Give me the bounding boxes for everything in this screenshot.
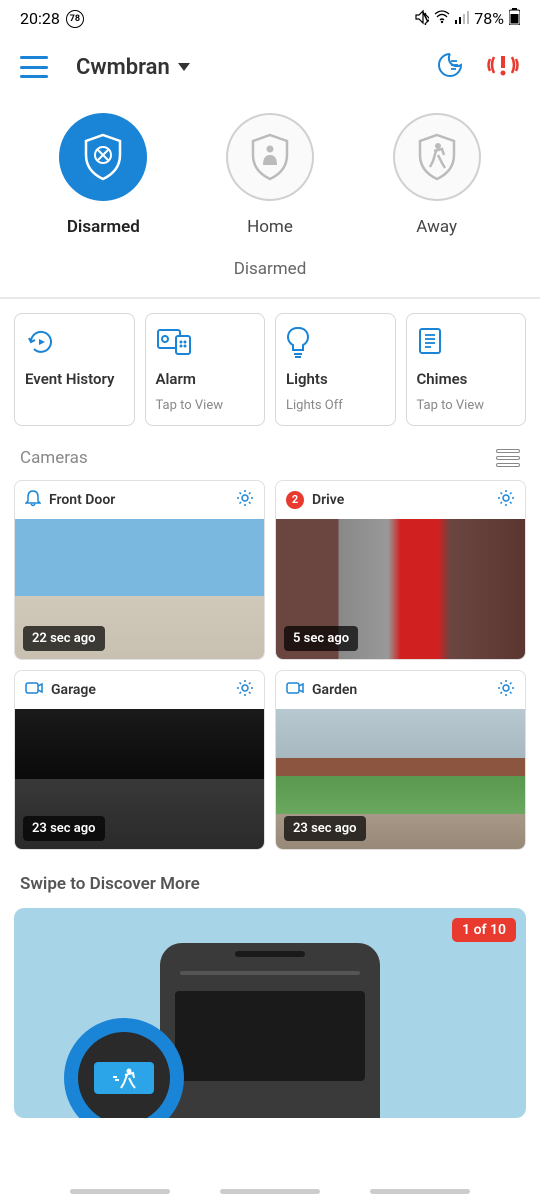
camera-preview[interactable]: 5 sec ago — [276, 519, 525, 659]
app-header: Cwmbran — [0, 37, 540, 93]
chimes-icon — [417, 326, 516, 362]
camera-timestamp: 23 sec ago — [23, 816, 105, 841]
gear-icon[interactable] — [236, 679, 254, 701]
mode-home[interactable]: Home — [226, 113, 314, 237]
tile-alarm[interactable]: Alarm Tap to View — [145, 313, 266, 426]
camera-icon — [286, 680, 304, 699]
mode-label: Disarmed — [67, 217, 140, 237]
discover-title: Swipe to Discover More — [0, 850, 540, 908]
gear-icon[interactable] — [236, 489, 254, 511]
battery-text: 78% — [474, 9, 504, 28]
camera-timestamp: 23 sec ago — [284, 816, 366, 841]
tile-title: Event History — [25, 370, 124, 390]
camera-timestamp: 22 sec ago — [23, 626, 105, 651]
history-icon — [25, 326, 124, 362]
night-mode-button[interactable] — [436, 51, 464, 83]
gear-icon[interactable] — [497, 489, 515, 511]
nav-indicator — [0, 1189, 540, 1194]
alert-badge: 2 — [286, 491, 304, 509]
card-counter: 1 of 10 — [452, 918, 516, 942]
camera-front-door[interactable]: Front Door 22 sec ago — [14, 480, 265, 660]
discover-card[interactable]: 1 of 10 — [14, 908, 526, 1118]
mode-disarmed[interactable]: Disarmed — [59, 113, 147, 237]
list-view-button[interactable] — [496, 449, 520, 467]
status-bar: 20:28 78 78% — [0, 0, 540, 37]
phone-illustration — [160, 943, 380, 1118]
tile-lights[interactable]: Lights Lights Off — [275, 313, 396, 426]
tile-chimes[interactable]: Chimes Tap to View — [406, 313, 527, 426]
lightbulb-icon — [286, 326, 385, 362]
quick-tiles: Event History Alarm Tap to View Lights L… — [0, 299, 540, 440]
camera-grid: Front Door 22 sec ago 2 Drive 5 sec ago … — [0, 480, 540, 850]
status-time: 20:28 — [20, 9, 60, 28]
camera-name: Garden — [312, 682, 489, 698]
camera-name: Front Door — [49, 492, 228, 508]
mode-label: Away — [416, 217, 457, 237]
camera-drive[interactable]: 2 Drive 5 sec ago — [275, 480, 526, 660]
camera-preview[interactable]: 22 sec ago — [15, 519, 264, 659]
mode-label: Home — [247, 217, 293, 237]
chevron-down-icon[interactable] — [178, 63, 190, 71]
tile-subtitle: Tap to View — [417, 398, 516, 413]
tile-event-history[interactable]: Event History — [14, 313, 135, 426]
cameras-section-header: Cameras — [0, 440, 540, 480]
alarm-icon — [156, 326, 255, 362]
gear-icon[interactable] — [497, 679, 515, 701]
camera-icon — [25, 680, 43, 699]
section-title: Cameras — [20, 448, 88, 468]
tile-title: Chimes — [417, 370, 516, 390]
battery-icon — [509, 8, 520, 29]
mode-away[interactable]: Away — [393, 113, 481, 237]
tile-title: Lights — [286, 370, 385, 390]
tile-title: Alarm — [156, 370, 255, 390]
menu-button[interactable] — [20, 56, 48, 78]
camera-preview[interactable]: 23 sec ago — [276, 709, 525, 849]
camera-preview[interactable]: 23 sec ago — [15, 709, 264, 849]
tile-subtitle: Lights Off — [286, 398, 385, 413]
camera-garage[interactable]: Garage 23 sec ago — [14, 670, 265, 850]
bell-icon — [25, 489, 41, 511]
wifi-icon — [434, 9, 450, 28]
mode-selector: Disarmed Home Away — [0, 93, 540, 247]
camera-timestamp: 5 sec ago — [284, 626, 358, 651]
camera-name: Drive — [312, 492, 489, 508]
camera-garden[interactable]: Garden 23 sec ago — [275, 670, 526, 850]
mute-icon — [413, 9, 429, 29]
notification-count-badge: 78 — [66, 10, 84, 28]
arm-status-text: Disarmed — [0, 247, 540, 297]
camera-name: Garage — [51, 682, 228, 698]
location-dropdown[interactable]: Cwmbran — [76, 55, 170, 80]
signal-icon — [455, 9, 469, 28]
alert-button[interactable] — [486, 51, 520, 83]
tile-subtitle: Tap to View — [156, 398, 255, 413]
